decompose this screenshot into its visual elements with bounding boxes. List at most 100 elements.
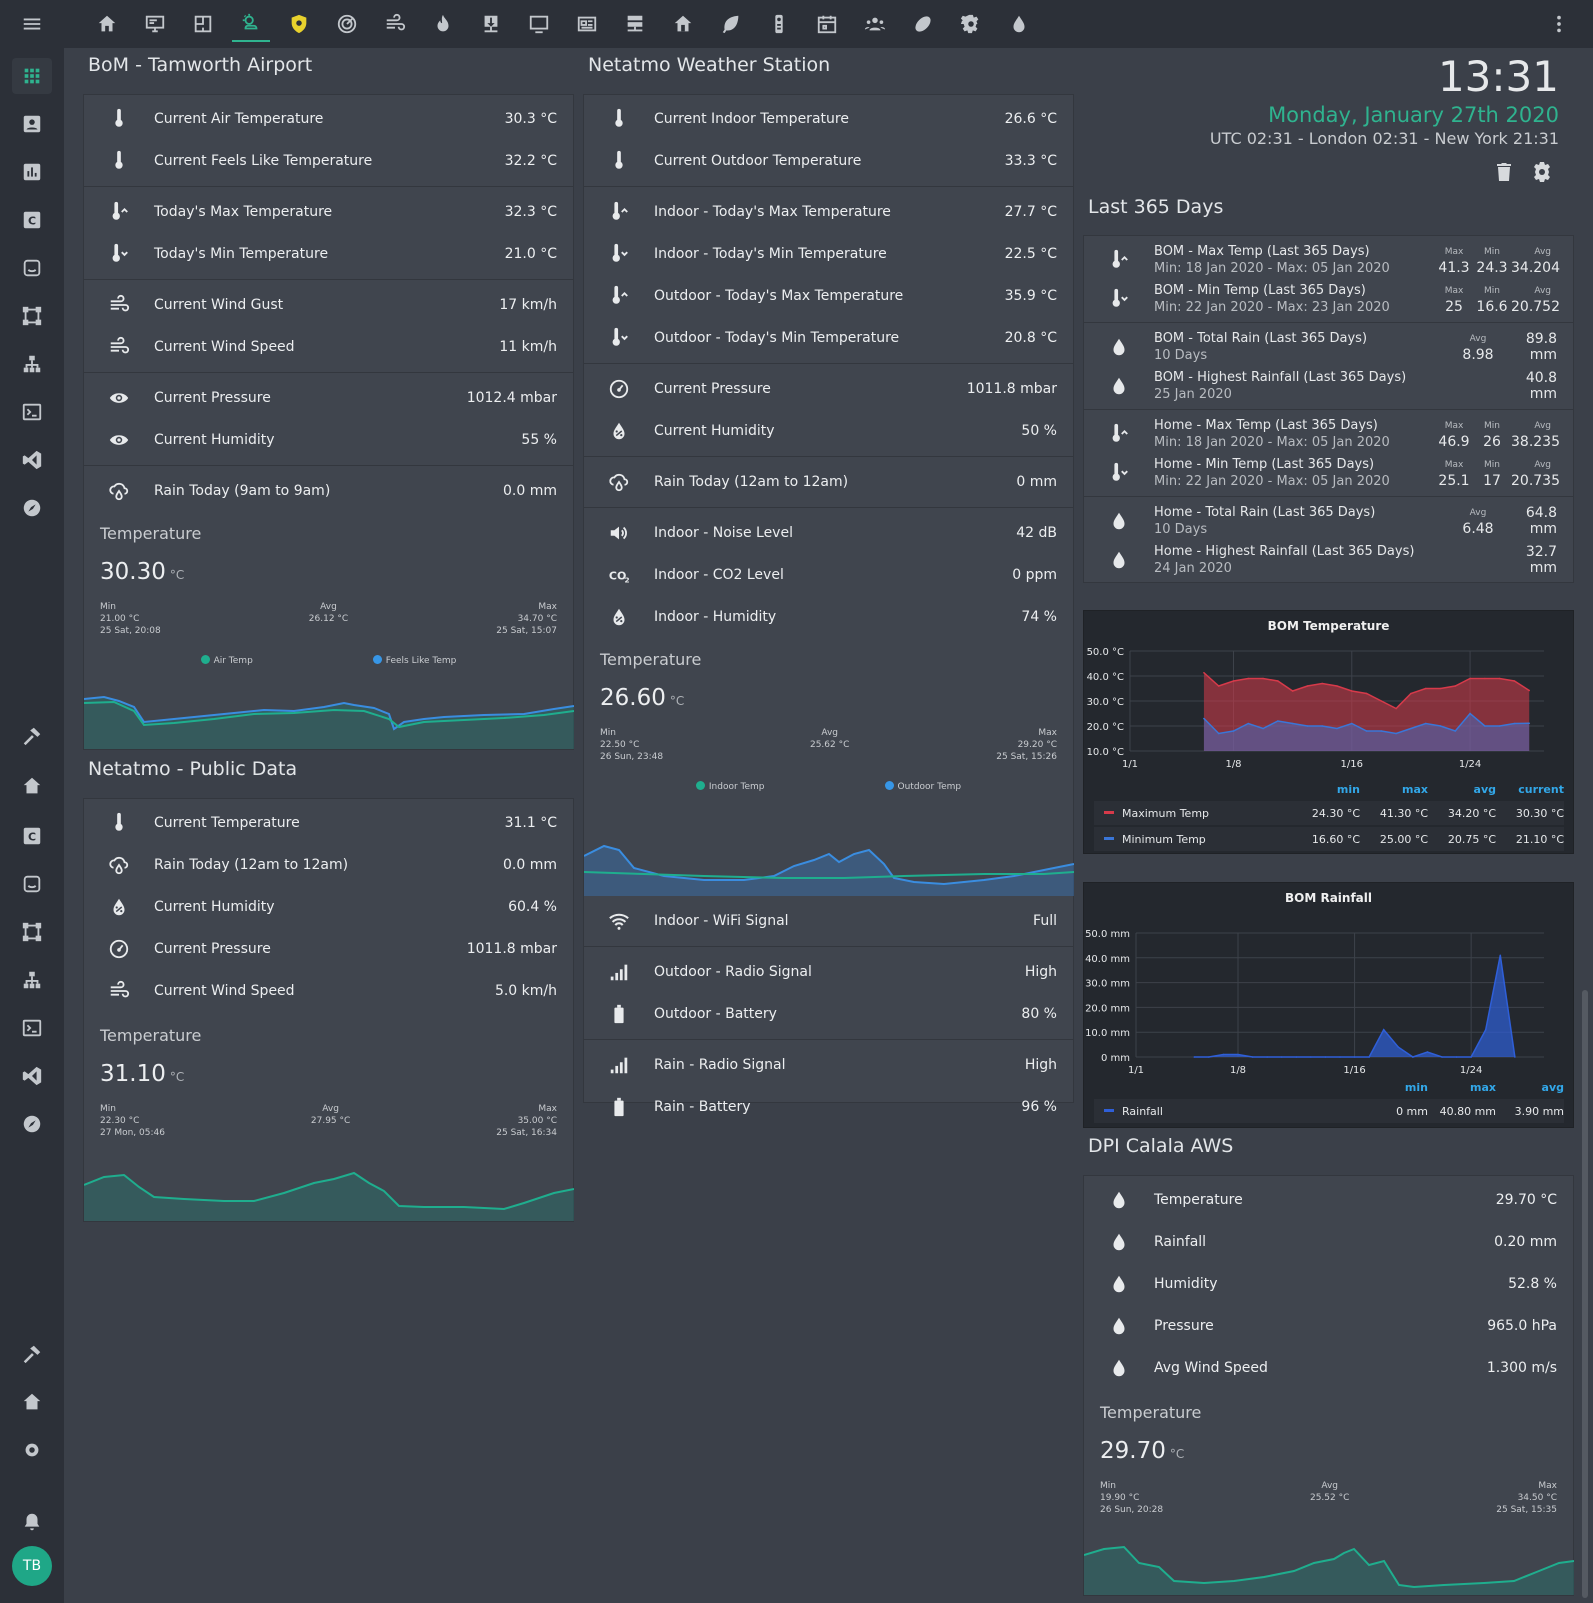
newspaper-icon[interactable] [568, 6, 606, 42]
wind-icon[interactable] [376, 6, 414, 42]
statistic-row[interactable]: Home - Max Temp (Last 365 Days) Min: 18 J… [1084, 414, 1573, 453]
entity-row[interactable]: Today's Min Temperature 21.0 °C [84, 233, 573, 275]
entity-row[interactable]: Rain Today (12am to 12am) 0 mm [584, 461, 1073, 503]
legend-air-temp[interactable]: Air Temp [201, 655, 253, 666]
bom-temperature-chart[interactable]: BOM Temperature 50.0 °C 40.0 °C 30.0 °C 20.… [1083, 610, 1574, 854]
table-row[interactable]: Rainfall 0 mm 40.80 mm 3.90 mm [1094, 1099, 1564, 1123]
legend-feels-like-temp[interactable]: Feels Like Temp [373, 655, 457, 666]
entity-row[interactable]: Rain - Radio Signal High [584, 1044, 1073, 1086]
vscode-icon[interactable] [12, 1058, 52, 1094]
entity-row[interactable]: Current Wind Speed 5.0 km/h [84, 970, 573, 1012]
calendar-icon[interactable] [808, 6, 846, 42]
bom-rainfall-chart[interactable]: BOM Rainfall 50.0 mm 40.0 mm 30.0 mm 20.0 m… [1083, 882, 1574, 1128]
alpha-c-box-icon[interactable]: C [12, 818, 52, 854]
water-icon[interactable] [1000, 6, 1038, 42]
sticker-icon[interactable] [12, 866, 52, 902]
entity-row[interactable]: Indoor - Today's Min Temperature 22.5 °C [584, 233, 1073, 275]
weather-icon[interactable] [232, 6, 270, 42]
statistic-row[interactable]: BOM - Highest Rainfall (Last 365 Days) 25… [1084, 366, 1573, 405]
hammer-icon[interactable] [12, 1336, 52, 1372]
entity-row[interactable]: Current Pressure 1012.4 mbar [84, 377, 573, 419]
entity-row[interactable]: Temperature 29.70 °C [1084, 1179, 1573, 1221]
entity-row[interactable]: Indoor - Humidity 74 % [584, 596, 1073, 638]
statistic-row[interactable]: BOM - Min Temp (Last 365 Days) Min: 22 Ja… [1084, 279, 1573, 318]
bell-icon[interactable] [12, 1504, 52, 1540]
people-icon[interactable] [856, 6, 894, 42]
more-vert-icon[interactable] [1540, 6, 1578, 42]
table-row[interactable]: Maximum Temp 24.30 °C 41.30 °C 34.20 °C 30.3… [1094, 801, 1564, 825]
radar-icon[interactable] [328, 6, 366, 42]
avatar[interactable]: TB [12, 1546, 52, 1586]
menu-icon[interactable] [12, 6, 52, 42]
table-row[interactable]: Minimum Temp 16.60 °C 25.00 °C 20.75 °C 21.1… [1094, 827, 1564, 851]
statistic-row[interactable]: Home - Highest Rainfall (Last 365 Days) 2… [1084, 540, 1573, 579]
grid-icon[interactable] [12, 58, 52, 94]
home-group-icon[interactable] [664, 6, 702, 42]
netatmo-graph[interactable]: Temperature 26.60 °C Min 22.50 °C 26 Sun, 2… [584, 650, 1074, 896]
home-assistant-icon[interactable] [12, 1384, 52, 1420]
delete-icon[interactable] [1492, 160, 1516, 184]
entity-row[interactable]: Current Temperature 31.1 °C [84, 802, 573, 844]
public-graph[interactable]: Temperature 31.10 °C Min 22.30 °C 27 Mon, 0… [84, 1026, 573, 1139]
entity-row[interactable]: Rain Today (9am to 9am) 0.0 mm [84, 470, 573, 512]
statistic-row[interactable]: BOM - Max Temp (Last 365 Days) Min: 18 Ja… [1084, 240, 1573, 279]
vector-square-icon[interactable] [12, 298, 52, 334]
alpha-c-box-icon[interactable]: C [12, 202, 52, 238]
entity-row[interactable]: Current Humidity 55 % [84, 419, 573, 461]
account-box-icon[interactable] [12, 106, 52, 142]
statistic-row[interactable]: Home - Total Rain (Last 365 Days) 10 Days… [1084, 501, 1573, 540]
fire-icon[interactable] [424, 6, 462, 42]
entity-row[interactable]: Current Air Temperature 30.3 °C [84, 98, 573, 140]
download-network-icon[interactable] [472, 6, 510, 42]
dpi-graph[interactable]: Temperature 29.70 °C Min 19.90 °C 26 Sun, 2… [1084, 1403, 1573, 1516]
compass-icon[interactable] [12, 490, 52, 526]
entity-row[interactable]: Current Pressure 1011.8 mbar [84, 928, 573, 970]
remote-icon[interactable] [760, 6, 798, 42]
chart-box-icon[interactable] [12, 154, 52, 190]
entity-row[interactable]: Today's Max Temperature 32.3 °C [84, 191, 573, 233]
entity-row[interactable]: Outdoor - Battery 80 % [584, 993, 1073, 1035]
home-icon[interactable] [88, 6, 126, 42]
settings-icon[interactable] [1530, 160, 1554, 184]
entity-row[interactable]: Current Wind Speed 11 km/h [84, 326, 573, 368]
entity-row[interactable]: Indoor - CO2 Level 0 ppm [584, 554, 1073, 596]
entity-row[interactable]: Outdoor - Today's Min Temperature 20.8 °C [584, 317, 1073, 359]
legend-indoor-temp[interactable]: Indoor Temp [696, 781, 765, 792]
server-icon[interactable] [616, 6, 654, 42]
monitor-icon[interactable] [520, 6, 558, 42]
entity-row[interactable]: Rain Today (12am to 12am) 0.0 mm [84, 844, 573, 886]
entity-row[interactable]: Indoor - WiFi Signal Full [584, 900, 1073, 942]
home-assistant-icon[interactable] [12, 768, 52, 804]
scrollbar[interactable] [1582, 990, 1588, 1598]
security-icon[interactable] [280, 6, 318, 42]
entity-row[interactable]: Rainfall 0.20 mm [1084, 1221, 1573, 1263]
entity-row[interactable]: Current Pressure 1011.8 mbar [584, 368, 1073, 410]
sitemap-icon[interactable] [12, 346, 52, 382]
settings-icon[interactable] [952, 6, 990, 42]
entity-row[interactable]: Current Feels Like Temperature 32.2 °C [84, 140, 573, 182]
entity-row[interactable]: Outdoor - Radio Signal High [584, 951, 1073, 993]
legend-outdoor-temp[interactable]: Outdoor Temp [885, 781, 962, 792]
compass-icon[interactable] [12, 1106, 52, 1142]
vector-square-icon[interactable] [12, 914, 52, 950]
rugby-icon[interactable] [904, 6, 942, 42]
floorplan-icon[interactable] [184, 6, 222, 42]
entity-row[interactable]: Indoor - Noise Level 42 dB [584, 512, 1073, 554]
leaf-icon[interactable] [712, 6, 750, 42]
hammer-icon[interactable] [12, 718, 52, 754]
console-icon[interactable] [12, 1010, 52, 1046]
vscode-icon[interactable] [12, 442, 52, 478]
entity-row[interactable]: Current Outdoor Temperature 33.3 °C [584, 140, 1073, 182]
entity-row[interactable]: Pressure 965.0 hPa [1084, 1305, 1573, 1347]
statistic-row[interactable]: BOM - Total Rain (Last 365 Days) 10 Days A… [1084, 327, 1573, 366]
entity-row[interactable]: Rain - Battery 96 % [584, 1086, 1073, 1128]
entity-row[interactable]: Current Humidity 50 % [584, 410, 1073, 452]
monitor-dashboard-icon[interactable] [136, 6, 174, 42]
entity-row[interactable]: Outdoor - Today's Max Temperature 35.9 °C [584, 275, 1073, 317]
sticker-icon[interactable] [12, 250, 52, 286]
console-icon[interactable] [12, 394, 52, 430]
entity-row[interactable]: Current Indoor Temperature 26.6 °C [584, 98, 1073, 140]
entity-row[interactable]: Current Wind Gust 17 km/h [84, 284, 573, 326]
entity-row[interactable]: Avg Wind Speed 1.300 m/s [1084, 1347, 1573, 1389]
entity-row[interactable]: Current Humidity 60.4 % [84, 886, 573, 928]
